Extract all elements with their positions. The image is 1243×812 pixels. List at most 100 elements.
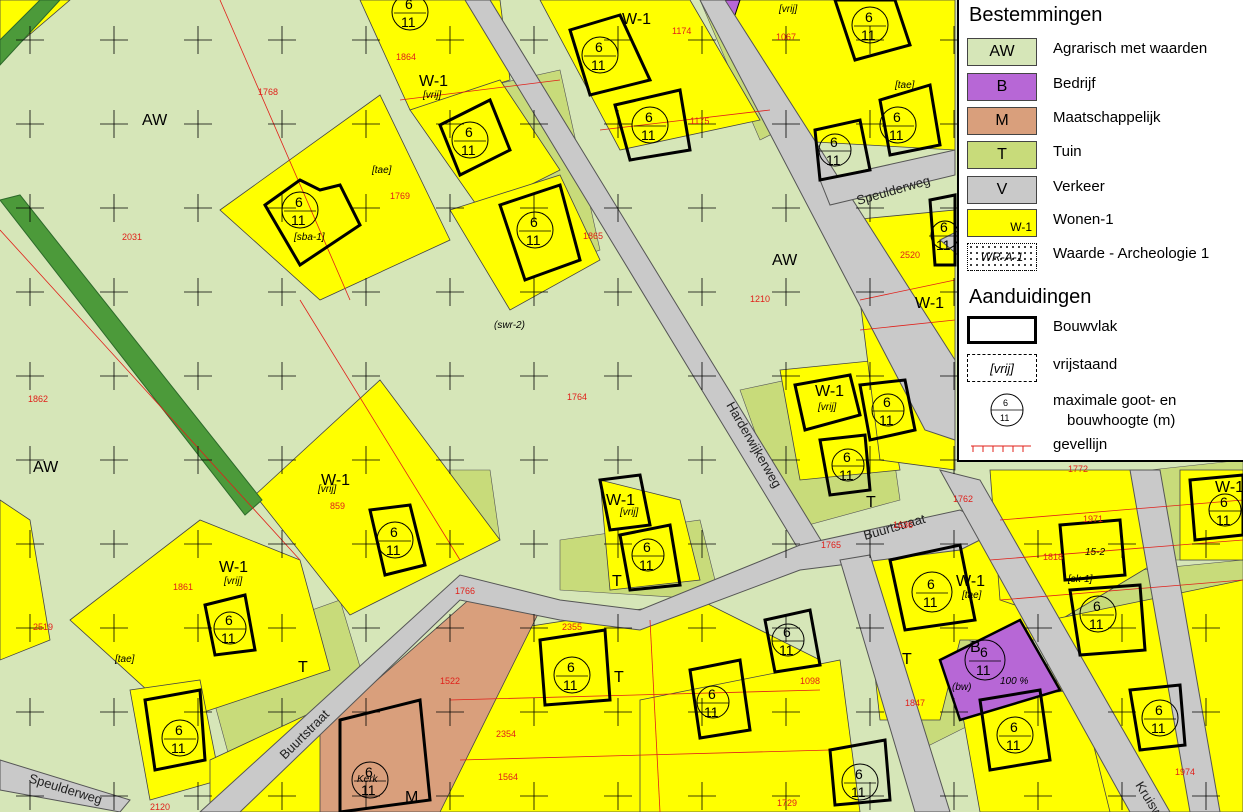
parcel-number: 1818 [1043, 552, 1063, 562]
zone-label: W-1 [915, 295, 944, 312]
bouw-hoogte: 11 [1006, 737, 1021, 753]
height-circle-icon: 6 11 [990, 393, 1024, 427]
bouw-hoogte: 11 [936, 237, 951, 253]
legend-item-agrarisch: AW Agrarisch met waarden [967, 36, 1243, 70]
parcel-number: 1847 [905, 698, 925, 708]
legend-panel: Bestemmingen AW Agrarisch met waarden B … [957, 0, 1243, 462]
legend-label: Maatschappelijk [1053, 109, 1161, 126]
goot-hoogte: 6 [645, 109, 653, 125]
bouw-hoogte: 11 [171, 740, 186, 756]
zone-label: T [866, 494, 876, 511]
zone-label: AW [772, 252, 798, 269]
svg-text:11: 11 [1000, 413, 1009, 423]
bouw-hoogte: 11 [851, 784, 866, 800]
zone-label: W-1 [956, 573, 985, 590]
bouw-hoogte: 11 [1151, 720, 1166, 736]
annotation: [tae] [961, 590, 982, 601]
parcel-number: 1762 [953, 494, 973, 504]
bouw-hoogte: 11 [976, 662, 991, 678]
parcel-number: 1864 [396, 52, 416, 62]
legend-title-aanduidingen: Aanduidingen [969, 286, 1092, 308]
legend-label: vrijstaand [1053, 356, 1118, 373]
legend-item-bedrijf: B Bedrijf [967, 71, 1243, 105]
bouw-hoogte: 11 [461, 142, 476, 158]
legend-item-gevellijn: gevellijn [967, 436, 1243, 458]
zone-label: W-1 [622, 11, 651, 28]
legend-swatch: AW [967, 38, 1037, 66]
annotation: Kerk [357, 774, 379, 785]
goot-hoogte: 6 [883, 394, 891, 410]
parcel-number: 1522 [440, 676, 460, 686]
annotation: [tae] [114, 654, 135, 665]
goot-hoogte: 6 [530, 214, 538, 230]
zone-label: W-1 [815, 383, 844, 400]
goot-hoogte: 6 [708, 686, 716, 702]
legend-swatch: [vrij] [967, 354, 1037, 382]
annotation: [vrij] [317, 484, 337, 495]
goot-hoogte: 6 [465, 124, 473, 140]
legend-title-bestemmingen: Bestemmingen [969, 4, 1103, 26]
annotation: [vrij] [223, 576, 243, 587]
parcel-number: 1764 [567, 392, 587, 402]
legend-label: gevellijn [1053, 436, 1108, 453]
legend-item-maatschappelijk: M Maatschappelijk [967, 105, 1243, 139]
annotation: [tae] [894, 80, 915, 91]
parcel-number: 1098 [800, 676, 820, 686]
goot-hoogte: 6 [855, 766, 863, 782]
annotation: [sba-1] [293, 232, 325, 243]
zone-label: T [902, 651, 912, 668]
legend-item-tuin: T Tuin [967, 139, 1243, 173]
goot-hoogte: 6 [865, 9, 873, 25]
legend-label: Wonen-1 [1053, 211, 1114, 228]
annotation: 100 % [1000, 676, 1028, 687]
parcel-number: 1861 [173, 582, 193, 592]
annotation: [vrij] [817, 402, 837, 413]
parcel-number: 1768 [258, 87, 278, 97]
bouw-hoogte: 11 [861, 27, 876, 43]
annotation: 15-2 [1085, 547, 1105, 558]
parcel-number: 1971 [1083, 514, 1103, 524]
bouw-hoogte: 11 [1089, 616, 1104, 632]
parcel-number: 859 [330, 501, 345, 511]
bouw-hoogte: 11 [704, 704, 719, 720]
parcel-number: 1564 [498, 772, 518, 782]
parcel-number: 2355 [562, 622, 582, 632]
annotation: [vrij] [778, 4, 798, 15]
bouw-hoogte: 11 [923, 594, 938, 610]
parcel-number: 1765 [821, 540, 841, 550]
legend-item-wonen: W-1 Wonen-1 [967, 207, 1243, 241]
legend-label: maximale goot- en [1053, 392, 1177, 409]
parcel-number: 2354 [496, 729, 516, 739]
svg-text:6: 6 [1003, 398, 1008, 408]
legend-item-archeologie: WR-A-1 Waarde - Archeologie 1 [967, 241, 1243, 275]
zone-label: M [405, 789, 418, 806]
bouw-hoogte: 11 [401, 14, 416, 30]
goot-hoogte: 6 [830, 134, 838, 150]
legend-swatch: T [967, 141, 1037, 169]
parcel-number: 1210 [750, 294, 770, 304]
goot-hoogte: 6 [893, 109, 901, 125]
parcel-number: 2031 [122, 232, 142, 242]
zone-label: T [298, 659, 308, 676]
bouw-hoogte: 11 [563, 677, 578, 693]
parcel-number: 1174 [672, 26, 691, 36]
annotation: (swr-2) [494, 320, 525, 331]
goot-hoogte: 6 [940, 219, 948, 235]
goot-hoogte: 6 [1010, 719, 1018, 735]
legend-swatch: WR-A-1 [967, 243, 1037, 271]
legend-label: Verkeer [1053, 178, 1105, 195]
goot-hoogte: 6 [390, 524, 398, 540]
goot-hoogte: 6 [927, 576, 935, 592]
goot-hoogte: 6 [225, 612, 233, 628]
legend-item-vrijstaand: [vrij] vrijstaand [967, 352, 1243, 386]
legend-item-verkeer: V Verkeer [967, 174, 1243, 208]
goot-hoogte: 6 [1093, 598, 1101, 614]
bouw-hoogte: 11 [639, 557, 654, 573]
legend-swatch: M [967, 107, 1037, 135]
bouw-hoogte: 11 [839, 467, 854, 483]
gevellijn-icon [971, 445, 1031, 452]
parcel-number: 2520 [900, 250, 920, 260]
goot-hoogte: 6 [567, 659, 575, 675]
parcel-number: 1865 [583, 231, 603, 241]
zone-label: T [614, 669, 624, 686]
